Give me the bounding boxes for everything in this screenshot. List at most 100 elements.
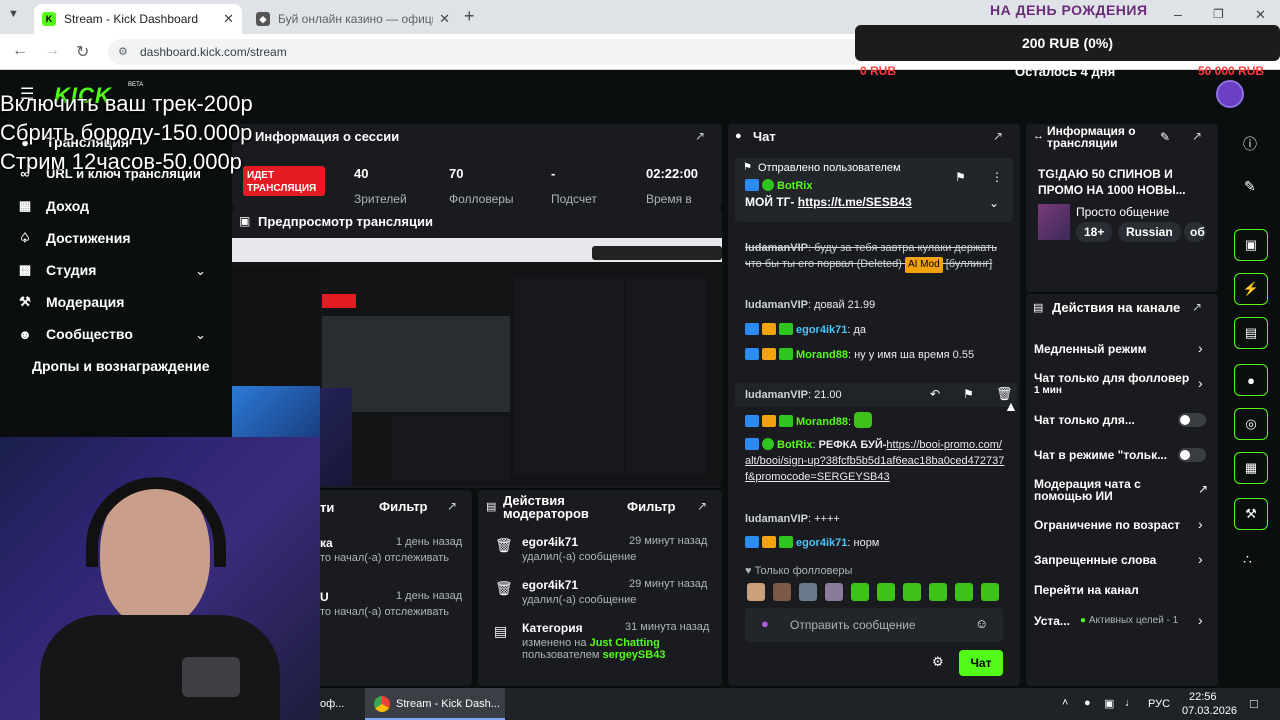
chat-bubble-button[interactable]: ● — [1234, 364, 1268, 396]
slow-mode-row[interactable]: Медленный режим — [1034, 342, 1147, 356]
chat-message[interactable]: ludamanVIP: ++++ — [745, 511, 1005, 527]
tab-casino[interactable]: ◆ Буй онлайн казино — официа ✕ — [248, 4, 458, 34]
chevron-right-icon[interactable]: › — [1198, 551, 1203, 567]
emote-icon[interactable] — [903, 583, 921, 601]
subs-only-row[interactable]: Чат только для... — [1034, 413, 1135, 427]
sidebar-item-moderation[interactable]: ⚒ Модерация — [16, 294, 124, 310]
chat-message[interactable]: egor4ik71: норм — [745, 535, 1005, 551]
age-restriction-row[interactable]: Ограничение по возраст — [1034, 518, 1192, 532]
chat-username[interactable]: egor4ik71 — [796, 324, 847, 336]
emoji-icon[interactable]: ☺ — [975, 616, 988, 631]
emote-icon[interactable] — [929, 583, 947, 601]
minimize-icon[interactable]: – — [1174, 6, 1182, 22]
emote-icon[interactable] — [981, 583, 999, 601]
category-link[interactable]: Just Chatting — [590, 637, 660, 649]
chat-username[interactable]: ludamanVIP — [745, 389, 808, 401]
banned-words-row[interactable]: Запрещенные слова — [1034, 553, 1156, 567]
chat-message[interactable]: egor4ik71: да — [745, 322, 1005, 338]
chat-message[interactable]: ludamanVIP: буду за тебя завтра кулаки д… — [745, 240, 1005, 273]
chat-message[interactable]: Morand88: ну у имя ша время 0.55 — [745, 347, 1005, 363]
reply-icon[interactable]: ↶ — [930, 387, 940, 401]
chat-username[interactable]: ludamanVIP — [745, 299, 808, 311]
expand-icon[interactable]: ↗ — [695, 129, 705, 143]
new-tab-button[interactable]: + — [464, 6, 475, 27]
chat-username[interactable]: Morand88 — [796, 349, 848, 361]
close-icon[interactable]: ✕ — [439, 11, 450, 27]
notifications-icon[interactable]: □ — [1250, 696, 1258, 711]
mod-filter-button[interactable]: Фильтр — [627, 499, 676, 514]
taskbar-item-chrome[interactable]: Stream - Kick Dash... — [365, 688, 505, 720]
emote-icon[interactable] — [825, 583, 843, 601]
chevron-down-icon[interactable]: ⌄ — [195, 263, 206, 279]
restore-icon[interactable]: ❐ — [1213, 7, 1224, 21]
chat-username[interactable]: ludamanVIP — [745, 242, 808, 254]
reload-icon[interactable]: ↻ — [76, 42, 89, 62]
flash-button[interactable]: ⚡ — [1234, 273, 1268, 305]
followers-only-row[interactable]: Чат только для фолловер — [1034, 371, 1192, 385]
emote-icon[interactable] — [773, 583, 791, 601]
user-link[interactable]: sergeySB43 — [602, 649, 665, 661]
expand-icon[interactable]: ↗ — [1192, 129, 1202, 143]
sidebar-item-studio[interactable]: ▩ Студия — [16, 262, 97, 278]
close-window-icon[interactable]: ✕ — [1255, 7, 1266, 23]
language-indicator[interactable]: РУС — [1148, 698, 1170, 710]
emote-icon[interactable] — [955, 583, 973, 601]
chat-username[interactable]: ludamanVIP — [745, 513, 808, 525]
chat-username[interactable]: egor4ik71 — [796, 537, 847, 549]
community-icon[interactable]: ∴ — [1243, 551, 1252, 568]
chevron-right-icon[interactable]: › — [1198, 612, 1203, 628]
close-icon[interactable]: ✕ — [223, 11, 234, 27]
site-info-icon[interactable]: ⚙ — [118, 45, 128, 58]
chat-message[interactable]: Morand88: — [745, 412, 1005, 430]
chevron-right-icon[interactable]: › — [1198, 375, 1203, 391]
network-icon[interactable]: ▣ — [1104, 697, 1114, 710]
notes-button[interactable]: ▤ — [1234, 317, 1268, 349]
emote-icon[interactable] — [877, 583, 895, 601]
expand-icon[interactable]: ↗ — [697, 499, 707, 513]
chat-username[interactable]: BotRix — [777, 439, 812, 451]
back-icon[interactable]: ← — [12, 42, 28, 60]
pencil-icon[interactable]: ✎ — [1244, 178, 1256, 195]
layout-button[interactable]: ▦ — [1234, 452, 1268, 484]
url-field[interactable]: ⚙ dashboard.kick.com/stream — [108, 39, 868, 65]
sidebar-item-income[interactable]: ▦ Доход — [16, 198, 89, 214]
expand-icon[interactable]: ↗ — [447, 499, 457, 513]
forward-icon[interactable]: → — [44, 42, 60, 60]
activity-filter-button[interactable]: Фильтр — [379, 499, 428, 514]
volume-icon[interactable]: ♩ — [1125, 697, 1136, 709]
emote-icon[interactable] — [851, 583, 869, 601]
emote-icon[interactable] — [747, 583, 765, 601]
goals-row[interactable]: Уста... — [1034, 614, 1070, 628]
subs-only-toggle[interactable] — [1178, 413, 1206, 427]
emote-only-row[interactable]: Чат в режиме "тольк... — [1034, 448, 1167, 462]
chat-input[interactable]: ● Отправить сообщение ☺ — [745, 608, 1003, 642]
emote-icon[interactable] — [799, 583, 817, 601]
microphone-icon[interactable]: ● — [761, 616, 769, 631]
microphone-tray-icon[interactable]: ● — [1084, 697, 1091, 709]
chevron-right-icon[interactable]: › — [1198, 516, 1203, 532]
pin-message-icon[interactable]: ⚑ — [963, 387, 974, 401]
expand-icon[interactable]: ↗ — [993, 129, 1003, 143]
clock-time[interactable]: 22:56 — [1189, 691, 1217, 703]
category-name[interactable]: Просто общение — [1076, 205, 1169, 219]
expand-icon[interactable]: ↗ — [1192, 300, 1202, 314]
pinned-message[interactable]: ⚑ Отправлено пользователем BotRix МОЙ ТГ… — [735, 158, 1013, 222]
sidebar-item-drops[interactable]: Дропы и вознаграждение — [32, 358, 209, 374]
chevron-down-icon[interactable]: ⌄ — [195, 327, 206, 343]
pinned-link[interactable]: https://t.me/SESB43 — [798, 195, 912, 209]
chat-username[interactable]: BotRix — [777, 180, 812, 192]
more-options-icon[interactable]: ⋮ — [991, 170, 1003, 184]
chat-message[interactable]: ludamanVIP: довай 21.99 — [745, 297, 1005, 313]
clip-button[interactable]: ▣ — [1234, 229, 1268, 261]
avatar[interactable] — [1216, 80, 1244, 108]
chat-message[interactable]: BotRix: РЕФКА БУЙ-https://booi-promo.com… — [745, 437, 1005, 485]
edit-icon[interactable]: ✎ — [1160, 130, 1170, 144]
chat-username[interactable]: Morand88 — [796, 416, 848, 428]
sidebar-item-community[interactable]: ☻ Сообщество — [16, 326, 133, 342]
taskbar-item[interactable]: оф... — [320, 698, 344, 710]
chat-settings-icon[interactable]: ⚙ — [932, 654, 944, 670]
tab-list-button[interactable]: ▼ — [8, 8, 19, 20]
ai-moderation-row[interactable]: Модерация чата с помощью ИИ — [1034, 478, 1162, 502]
chevron-right-icon[interactable]: › — [1198, 340, 1203, 356]
unpin-icon[interactable]: ⚑ — [955, 170, 966, 184]
